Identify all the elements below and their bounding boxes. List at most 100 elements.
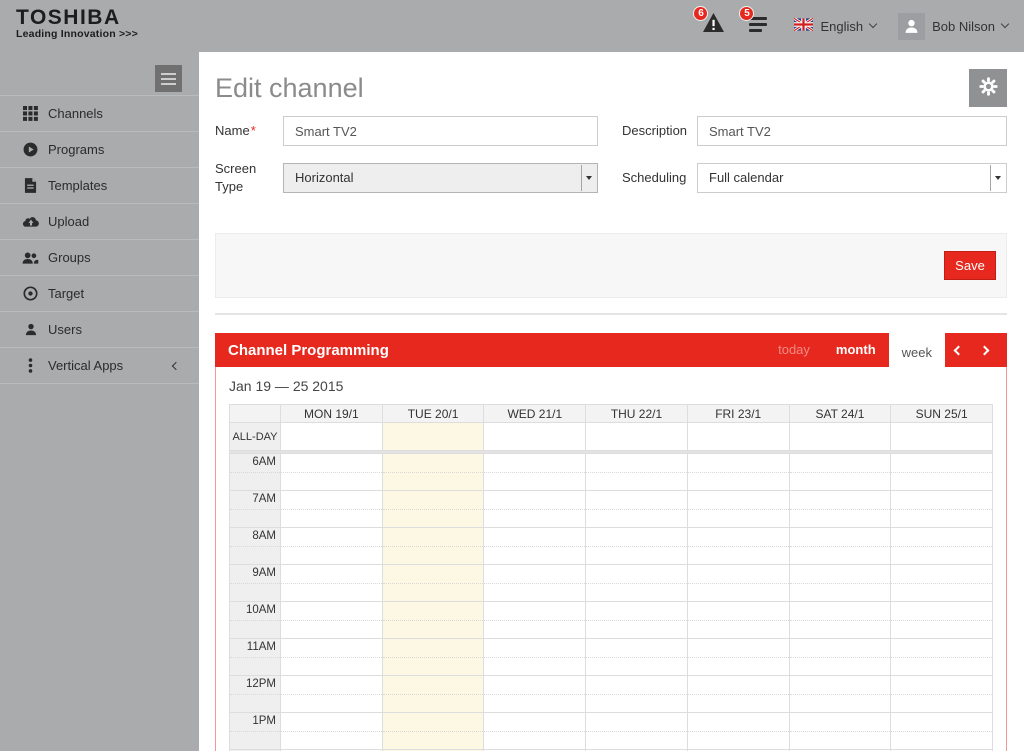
month-view-button[interactable]: month: [823, 333, 889, 367]
channel-programming-panel: Channel Programming today month week Jan…: [215, 333, 1007, 751]
calendar-slot[interactable]: [687, 453, 789, 490]
all-day-slot[interactable]: [280, 422, 382, 450]
topbar-actions: 6 5: [702, 0, 1008, 52]
sidebar-item-groups[interactable]: Groups: [0, 239, 199, 275]
calendar-slot[interactable]: [483, 675, 585, 712]
prev-week-button[interactable]: [945, 333, 971, 367]
all-day-slot[interactable]: [789, 422, 891, 450]
all-day-slot[interactable]: [890, 422, 992, 450]
all-day-slot[interactable]: [382, 422, 484, 450]
calendar-slot[interactable]: [280, 564, 382, 601]
all-day-slot[interactable]: [585, 422, 687, 450]
sidebar-item-templates[interactable]: Templates: [0, 167, 199, 203]
sidebar-item-upload[interactable]: Upload: [0, 203, 199, 239]
cloud-upload-icon: [22, 214, 39, 230]
calendar-slot[interactable]: [585, 638, 687, 675]
all-day-slot[interactable]: [687, 422, 789, 450]
alerts-list-button[interactable]: 5: [748, 14, 772, 38]
calendar-slot[interactable]: [890, 453, 992, 490]
calendar-slot[interactable]: [280, 601, 382, 638]
scheduling-label: Scheduling: [622, 169, 697, 187]
calendar-slot[interactable]: [382, 490, 484, 527]
calendar-slot[interactable]: [890, 527, 992, 564]
time-axis-label: 11AM: [230, 638, 280, 675]
calendar-slot[interactable]: [789, 601, 891, 638]
calendar-slot[interactable]: [585, 490, 687, 527]
toshiba-logo[interactable]: TOSHIBA Leading Innovation >>>: [16, 7, 138, 40]
sidebar-item-programs[interactable]: Programs: [0, 131, 199, 167]
calendar-slot[interactable]: [585, 601, 687, 638]
application-window: TOSHIBA Leading Innovation >>> 6 5: [0, 0, 1024, 751]
language-selector[interactable]: English: [794, 18, 876, 34]
calendar-slot[interactable]: [890, 675, 992, 712]
calendar-slot[interactable]: [280, 712, 382, 749]
scheduling-select[interactable]: Full calendar: [697, 163, 1007, 193]
calendar-slot[interactable]: [789, 527, 891, 564]
calendar-slot[interactable]: [382, 564, 484, 601]
week-view-button[interactable]: week: [889, 333, 945, 373]
sidebar-item-users[interactable]: Users: [0, 311, 199, 347]
settings-button[interactable]: [969, 69, 1007, 107]
calendar-slot[interactable]: [585, 453, 687, 490]
sidebar-toggle-button[interactable]: [155, 65, 182, 92]
calendar-slot[interactable]: [687, 527, 789, 564]
sidebar-item-label: Programs: [48, 142, 104, 157]
calendar-slot[interactable]: [789, 453, 891, 490]
calendar-slot[interactable]: [483, 564, 585, 601]
calendar-slot[interactable]: [789, 490, 891, 527]
time-axis-label: 10AM: [230, 601, 280, 638]
page-header: Edit channel: [215, 67, 1007, 109]
calendar-slot[interactable]: [382, 453, 484, 490]
calendar-slot[interactable]: [585, 712, 687, 749]
user-menu[interactable]: Bob Nilson: [898, 13, 1008, 40]
calendar-slot[interactable]: [890, 638, 992, 675]
name-field[interactable]: [283, 116, 598, 146]
calendar-slot[interactable]: [483, 638, 585, 675]
calendar-slot[interactable]: [687, 638, 789, 675]
calendar-slot[interactable]: [687, 675, 789, 712]
calendar-slot[interactable]: [585, 527, 687, 564]
description-field[interactable]: [697, 116, 1007, 146]
calendar-slot[interactable]: [687, 490, 789, 527]
calendar-slot[interactable]: [280, 527, 382, 564]
sidebar-item-vertical-apps[interactable]: Vertical Apps: [0, 347, 199, 383]
calendar-slot[interactable]: [280, 638, 382, 675]
calendar-slot[interactable]: [789, 712, 891, 749]
calendar-slot[interactable]: [890, 490, 992, 527]
calendar-slot[interactable]: [687, 564, 789, 601]
calendar-slot[interactable]: [483, 601, 585, 638]
calendar-slot[interactable]: [483, 453, 585, 490]
calendar-slot[interactable]: [585, 564, 687, 601]
calendar-slot[interactable]: [890, 712, 992, 749]
calendar-slot[interactable]: [687, 601, 789, 638]
save-button[interactable]: Save: [944, 251, 996, 280]
calendar-slot[interactable]: [280, 453, 382, 490]
calendar-slot[interactable]: [382, 527, 484, 564]
sidebar-item-target[interactable]: Target: [0, 275, 199, 311]
calendar-range-label: Jan 19 — 25 2015: [229, 378, 993, 394]
calendar-slot[interactable]: [382, 675, 484, 712]
calendar-slot[interactable]: [382, 601, 484, 638]
calendar-slot[interactable]: [382, 638, 484, 675]
time-axis-label: 6AM: [230, 453, 280, 490]
next-week-button[interactable]: [971, 333, 997, 367]
today-button[interactable]: today: [765, 333, 823, 367]
calendar-slot[interactable]: [483, 712, 585, 749]
day-header: SUN 25/1: [890, 405, 992, 422]
all-day-slot[interactable]: [483, 422, 585, 450]
calendar-slot[interactable]: [585, 675, 687, 712]
calendar-slot[interactable]: [687, 712, 789, 749]
calendar-slot[interactable]: [890, 601, 992, 638]
calendar-slot[interactable]: [789, 675, 891, 712]
calendar-slot[interactable]: [280, 490, 382, 527]
calendar-slot[interactable]: [890, 564, 992, 601]
sidebar-item-channels[interactable]: Channels: [0, 95, 199, 131]
alerts-warning-button[interactable]: 6: [702, 14, 726, 38]
screen-type-select[interactable]: Horizontal: [283, 163, 598, 193]
calendar-slot[interactable]: [280, 675, 382, 712]
calendar-slot[interactable]: [483, 490, 585, 527]
calendar-slot[interactable]: [382, 712, 484, 749]
calendar-slot[interactable]: [789, 564, 891, 601]
calendar-slot[interactable]: [483, 527, 585, 564]
calendar-slot[interactable]: [789, 638, 891, 675]
